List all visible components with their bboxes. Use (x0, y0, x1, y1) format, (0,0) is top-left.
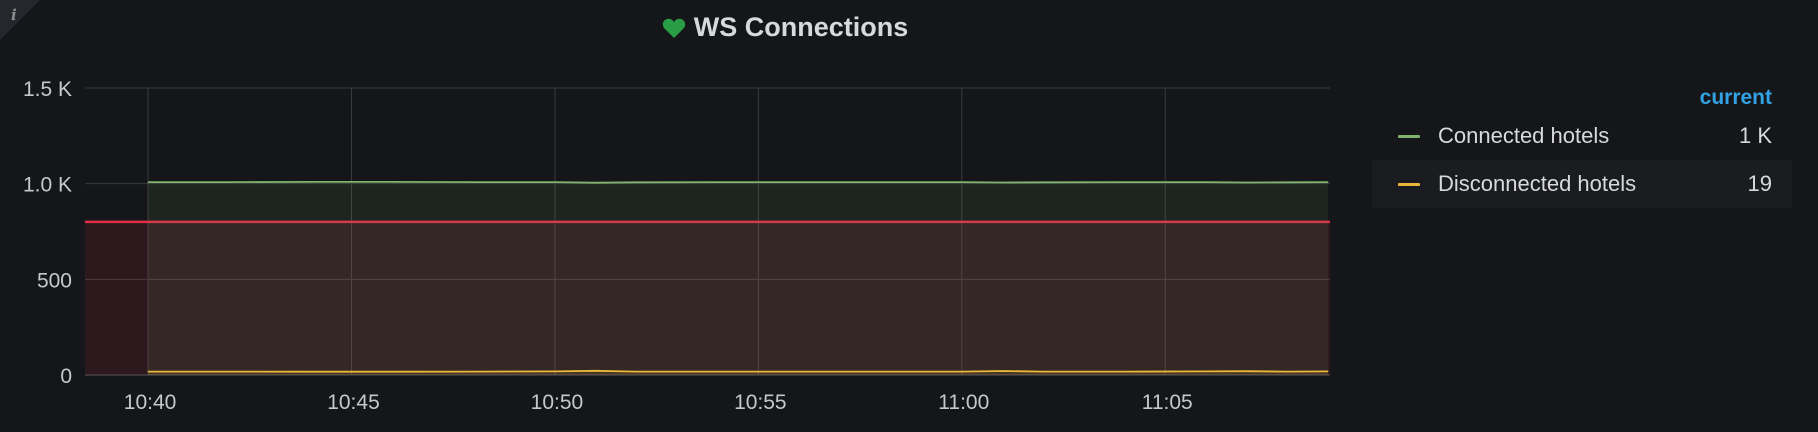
legend-swatch-connected[interactable] (1398, 134, 1420, 138)
legend-item-disconnected[interactable]: Disconnected hotels 19 (1372, 160, 1792, 208)
data-point (961, 370, 963, 373)
data-point (554, 181, 556, 183)
y-tick-label: 1.0 K (23, 174, 72, 197)
data-point (554, 370, 556, 372)
x-tick-label: 11:05 (1142, 391, 1193, 414)
legend-value: 19 (1747, 171, 1772, 196)
data-point (1327, 181, 1329, 183)
data-point (391, 181, 393, 183)
data-point (1245, 181, 1248, 184)
data-point (717, 181, 719, 183)
data-point (1327, 370, 1329, 372)
legend-value: 1 K (1738, 123, 1772, 148)
data-point (798, 181, 800, 183)
series-line-1 (148, 369, 1329, 373)
data-point (879, 370, 882, 373)
data-point (717, 370, 719, 373)
data-point (595, 182, 597, 184)
data-point (961, 181, 963, 183)
x-tick-label: 11:00 (938, 391, 989, 414)
data-point (595, 370, 597, 372)
data-point (391, 371, 393, 373)
legend-header-current[interactable]: current (1372, 84, 1792, 112)
data-point (228, 370, 231, 373)
series-line-0 (148, 181, 1329, 184)
legend-label[interactable]: Disconnected hotels (1438, 171, 1748, 197)
data-point (1245, 370, 1248, 372)
x-tick-label: 10:45 (327, 391, 380, 414)
data-point (147, 181, 149, 183)
y-tick-label: 1.5 K (23, 78, 72, 101)
data-point (147, 370, 149, 373)
y-tick-label: 0 (60, 365, 72, 388)
legend-item-connected[interactable]: Connected hotels 1 K (1372, 112, 1792, 160)
data-point (879, 181, 882, 183)
data-point (1042, 181, 1044, 183)
data-point (1123, 370, 1126, 373)
legend-label[interactable]: Connected hotels (1438, 123, 1739, 149)
legend-swatch-disconnected[interactable] (1398, 182, 1420, 186)
data-point (1001, 370, 1004, 372)
y-axis-ticks: 0 500 1.0 K 1.5 K (23, 78, 72, 388)
data-point (310, 371, 312, 373)
x-tick-label: 10:50 (531, 391, 584, 414)
line-chart: 0 500 1.0 K 1.5 K 10:40 10:45 10:50 10:55 11:00… (23, 78, 1330, 414)
data-point (228, 181, 231, 183)
data-point (635, 370, 637, 373)
x-tick-label: 10:55 (734, 391, 787, 414)
data-point (310, 181, 312, 183)
data-point (635, 181, 637, 183)
graph-panel: i WS Connections 0 500 1.0 K 1.5 K 10:40 10:… (0, 0, 1818, 432)
data-point (1123, 181, 1126, 183)
data-point (1001, 181, 1004, 184)
data-point (1205, 370, 1207, 372)
y-tick-label: 500 (37, 269, 72, 292)
data-point (798, 370, 800, 373)
data-point (1286, 370, 1288, 373)
data-point (1042, 370, 1044, 373)
data-point (1205, 181, 1207, 183)
x-axis-ticks: 10:40 10:45 10:50 10:55 11:00 11:05 (124, 391, 1193, 414)
data-point (1286, 181, 1288, 183)
legend: current Connected hotels 1 K Disconnecte… (1372, 84, 1792, 208)
x-tick-label: 10:40 (124, 391, 177, 414)
data-point (472, 181, 475, 183)
series-lines (147, 181, 1329, 375)
data-point (472, 370, 475, 373)
series-area-0 (148, 181, 1329, 375)
